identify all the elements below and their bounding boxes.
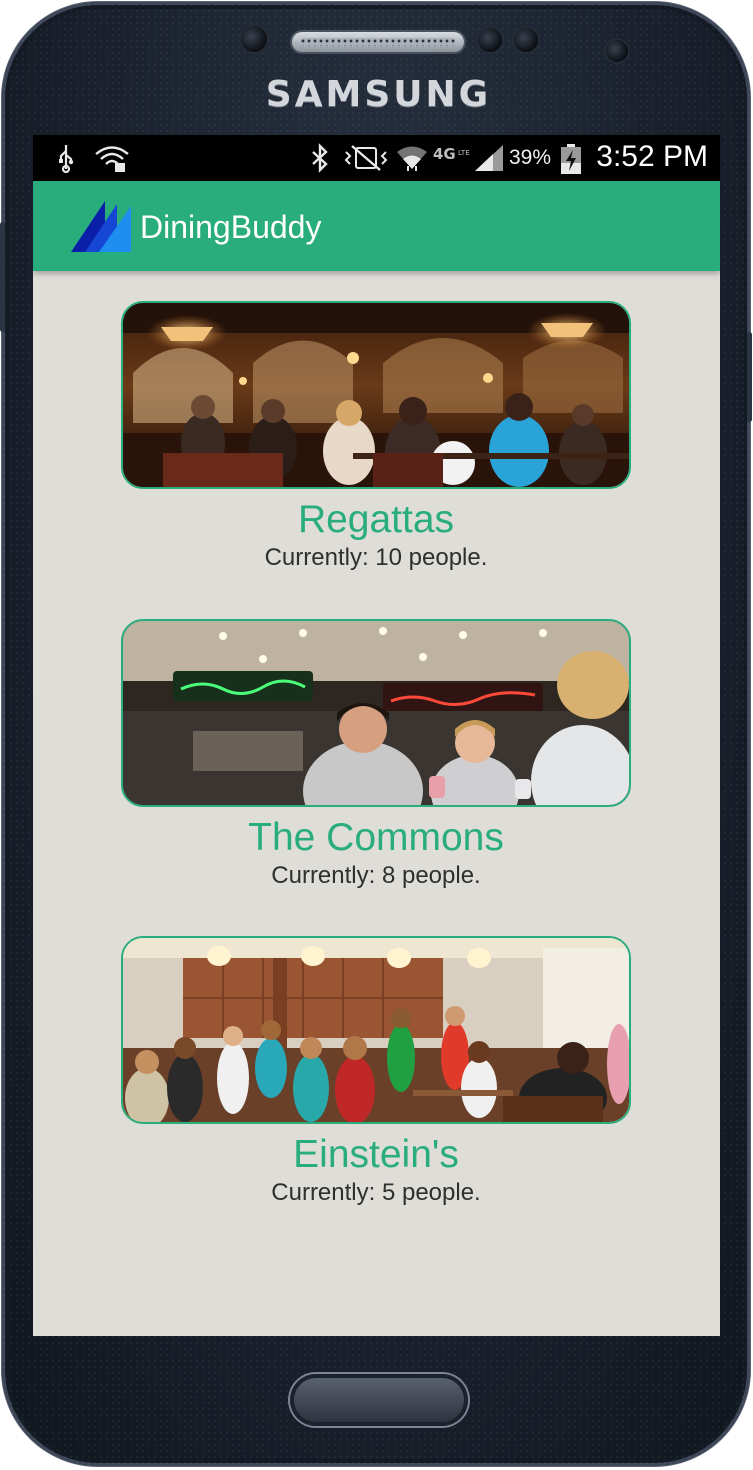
status-bar: 4G LTE 39% 3:52 PM — [33, 135, 720, 181]
occupancy-count: Currently: 10 people. — [264, 544, 488, 571]
light-sensor — [514, 28, 538, 52]
earpiece-speaker — [292, 32, 464, 52]
front-camera — [606, 40, 628, 62]
proximity-sensor — [478, 28, 502, 52]
app-title: DiningBuddy — [140, 209, 322, 245]
dining-hall-card-regattas[interactable]: Regattas Currently: 10 people. — [121, 301, 631, 573]
wifi-hotspot-icon — [93, 143, 131, 173]
vibrate-icon — [343, 143, 389, 173]
dining-hall-photo[interactable] — [121, 619, 631, 807]
device-brand: SAMSUNG — [265, 74, 492, 115]
signal-icon — [473, 143, 505, 173]
occupancy-count: Currently: 8 people. — [271, 862, 481, 889]
dining-hall-name: Einstein's — [293, 1133, 459, 1176]
battery-percent: 39% — [509, 146, 552, 169]
dining-hall-photo[interactable] — [121, 301, 631, 489]
volume-key — [0, 222, 5, 332]
wifi-icon — [395, 143, 429, 173]
dining-hall-card-the-commons[interactable]: The Commons Currently: 8 people. — [121, 619, 631, 891]
dining-hall-name: Regattas — [297, 498, 455, 541]
usb-icon — [53, 143, 79, 174]
clock: 3:52 PM — [596, 140, 708, 173]
dining-hall-name: The Commons — [248, 816, 504, 859]
4g-lte-icon: 4G LTE — [433, 143, 473, 173]
power-key — [747, 332, 752, 422]
app-bar: DiningBuddy — [33, 181, 720, 271]
svg-text:4G: 4G — [433, 145, 456, 163]
battery-charging-icon — [559, 143, 583, 174]
screen: 4G LTE 39% 3:52 PM DiningBuddy Regattas … — [33, 135, 720, 1336]
svg-text:LTE: LTE — [458, 149, 470, 157]
bluetooth-icon — [309, 143, 331, 173]
occupancy-count: Currently: 5 people. — [271, 1179, 481, 1206]
home-button[interactable] — [290, 1374, 468, 1426]
front-sensor — [241, 26, 267, 52]
dining-hall-photo[interactable] — [121, 936, 631, 1124]
dining-hall-card-einsteins[interactable]: Einstein's Currently: 5 people. — [121, 936, 631, 1208]
dining-buddy-logo-icon[interactable] — [71, 201, 133, 253]
